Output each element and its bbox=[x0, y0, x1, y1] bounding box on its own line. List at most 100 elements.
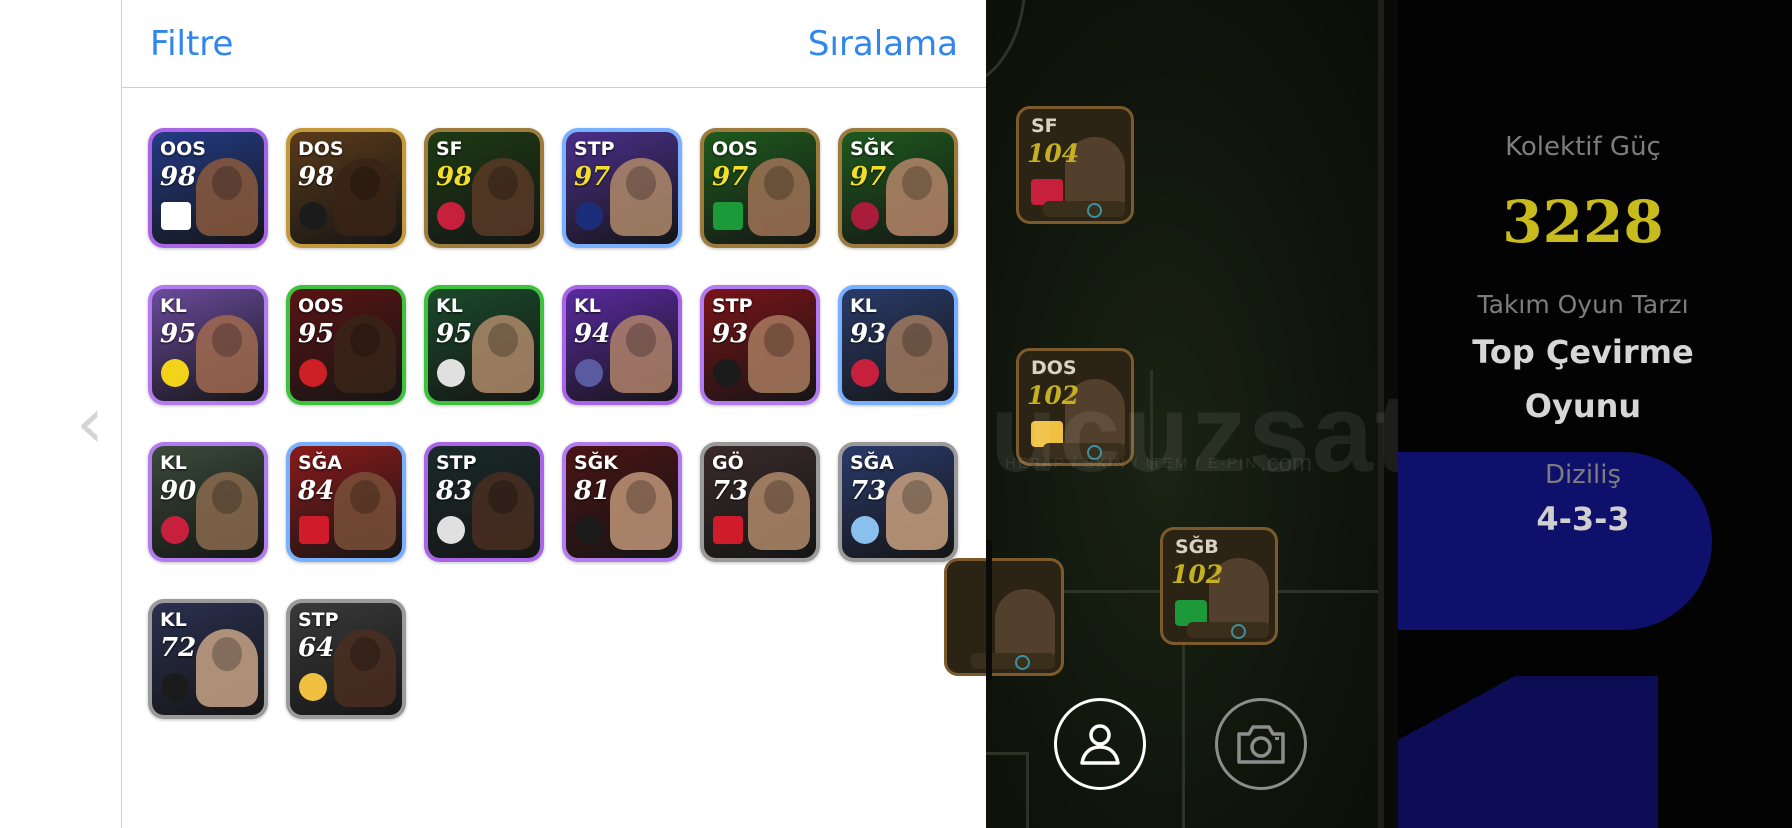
flag-icon bbox=[161, 202, 191, 230]
player-card[interactable]: GÖ 73 bbox=[700, 442, 820, 562]
club-badge-icon bbox=[299, 673, 327, 701]
player-card[interactable]: OOS 98 bbox=[148, 128, 268, 248]
player-card-body: SĞK 97 bbox=[842, 132, 954, 244]
player-card-position: SF bbox=[436, 138, 463, 160]
player-card-position: SĞA bbox=[850, 452, 894, 474]
player-card[interactable]: DOS 98 bbox=[286, 128, 406, 248]
filter-button[interactable]: Filtre bbox=[150, 24, 233, 64]
player-card[interactable]: STP 93 bbox=[700, 285, 820, 405]
skill-indicator-icon bbox=[971, 653, 1055, 670]
player-card[interactable]: KL 90 bbox=[148, 442, 268, 562]
club-badge-icon bbox=[161, 673, 189, 701]
player-card[interactable]: OOS 97 bbox=[700, 128, 820, 248]
player-card-rating: 93 bbox=[850, 319, 887, 349]
club-badge-icon bbox=[437, 359, 465, 387]
camera-button[interactable] bbox=[1215, 698, 1307, 790]
player-card-rating: 81 bbox=[574, 476, 611, 506]
player-card-body: KL 95 bbox=[152, 289, 264, 401]
lineup-card[interactable] bbox=[944, 558, 1064, 676]
player-portrait bbox=[196, 472, 258, 550]
player-portrait bbox=[886, 158, 948, 236]
profile-button[interactable] bbox=[1054, 698, 1146, 790]
player-card-rating: 95 bbox=[160, 319, 197, 349]
player-card-rating: 98 bbox=[298, 162, 335, 192]
club-badge-icon bbox=[437, 202, 465, 230]
club-badge-icon bbox=[575, 516, 603, 544]
player-card[interactable]: OOS 95 bbox=[286, 285, 406, 405]
player-card-position: KL bbox=[436, 295, 463, 317]
player-card-rating: 98 bbox=[160, 162, 197, 192]
player-card[interactable]: STP 97 bbox=[562, 128, 682, 248]
player-card-position: OOS bbox=[298, 295, 344, 317]
player-card[interactable]: STP 83 bbox=[424, 442, 544, 562]
player-card-position: KL bbox=[850, 295, 877, 317]
player-card-body: DOS 98 bbox=[290, 132, 402, 244]
player-portrait bbox=[334, 158, 396, 236]
player-card-position: STP bbox=[298, 609, 339, 631]
player-card[interactable]: SĞK 81 bbox=[562, 442, 682, 562]
player-card[interactable]: KL 94 bbox=[562, 285, 682, 405]
player-card-position: GÖ bbox=[712, 452, 744, 474]
camera-icon bbox=[1237, 725, 1285, 764]
player-card-body: GÖ 73 bbox=[704, 446, 816, 558]
player-card[interactable]: SĞA 84 bbox=[286, 442, 406, 562]
player-card-body: KL 72 bbox=[152, 603, 264, 715]
player-card-rating: 90 bbox=[160, 476, 197, 506]
player-card[interactable]: KL 72 bbox=[148, 599, 268, 719]
player-card-rating: 64 bbox=[298, 633, 335, 663]
player-card[interactable]: KL 95 bbox=[148, 285, 268, 405]
player-card-body: OOS 98 bbox=[152, 132, 264, 244]
club-badge-icon bbox=[299, 359, 327, 387]
player-card[interactable]: SĞA 73 bbox=[838, 442, 958, 562]
lineup-card-rating: 102 bbox=[1171, 560, 1224, 589]
player-card-body: OOS 97 bbox=[704, 132, 816, 244]
player-portrait bbox=[886, 315, 948, 393]
style-value-line2: Oyunu bbox=[1524, 387, 1642, 425]
formation-label: Diziliş bbox=[1544, 460, 1622, 490]
player-card[interactable]: KL 95 bbox=[424, 285, 544, 405]
lineup-card[interactable]: SF 104 bbox=[1016, 106, 1134, 224]
player-card-position: KL bbox=[574, 295, 601, 317]
club-badge-icon bbox=[851, 516, 879, 544]
player-card[interactable]: KL 93 bbox=[838, 285, 958, 405]
player-card-body: OOS 95 bbox=[290, 289, 402, 401]
player-card-rating: 97 bbox=[712, 162, 749, 192]
club-badge-icon bbox=[575, 202, 603, 230]
club-badge-icon bbox=[851, 202, 879, 230]
player-card[interactable]: STP 64 bbox=[286, 599, 406, 719]
back-chevron-icon[interactable]: ‹ bbox=[76, 383, 112, 463]
formation-value: 4-3-3 bbox=[1536, 500, 1630, 538]
player-portrait bbox=[748, 158, 810, 236]
lineup-card-position: SĞB bbox=[1175, 536, 1219, 558]
player-card-body: STP 93 bbox=[704, 289, 816, 401]
player-card-body: SF 98 bbox=[428, 132, 540, 244]
watermark-domain: .com bbox=[1260, 450, 1313, 477]
player-card-position: STP bbox=[712, 295, 753, 317]
player-portrait bbox=[610, 315, 672, 393]
player-card[interactable]: SF 98 bbox=[424, 128, 544, 248]
player-card-position: KL bbox=[160, 295, 187, 317]
player-card-position: KL bbox=[160, 452, 187, 474]
sort-button[interactable]: Sıralama bbox=[808, 24, 958, 64]
lineup-card-rating: 104 bbox=[1027, 139, 1080, 168]
player-card-rating: 93 bbox=[712, 319, 749, 349]
pitch-line bbox=[1026, 752, 1029, 828]
lineup-card[interactable]: SĞB 102 bbox=[1160, 527, 1278, 645]
player-card-rating: 84 bbox=[298, 476, 335, 506]
player-card-body: KL 94 bbox=[566, 289, 678, 401]
player-card-rating: 97 bbox=[574, 162, 611, 192]
pitch-line bbox=[986, 752, 1026, 755]
style-value: Top Çevirme bbox=[1472, 333, 1694, 371]
flag-icon bbox=[299, 516, 329, 544]
panel-header: Filtre Sıralama bbox=[122, 0, 986, 88]
player-card-position: KL bbox=[160, 609, 187, 631]
player-card-rating: 97 bbox=[850, 162, 887, 192]
skill-indicator-icon bbox=[1187, 622, 1269, 639]
player-card[interactable]: SĞK 97 bbox=[838, 128, 958, 248]
club-badge-icon bbox=[161, 516, 189, 544]
player-card-body: KL 90 bbox=[152, 446, 264, 558]
user-icon bbox=[1080, 724, 1120, 765]
player-card-rating: 73 bbox=[850, 476, 887, 506]
player-card-position: DOS bbox=[298, 138, 344, 160]
player-card-position: SĞK bbox=[850, 138, 895, 160]
